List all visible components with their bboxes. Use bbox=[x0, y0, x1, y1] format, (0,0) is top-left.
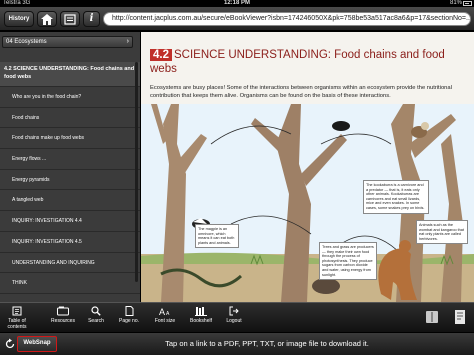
table-of-contents-button[interactable]: Table of contents bbox=[0, 306, 34, 330]
toc-item[interactable]: A tangled web bbox=[0, 190, 140, 212]
toc-item[interactable]: Energy flows ... bbox=[0, 149, 140, 170]
bookmark-button[interactable] bbox=[60, 11, 80, 27]
magpie-infobox: The magpie is an omnivore, which means i… bbox=[195, 224, 239, 249]
toc-item[interactable]: THINK bbox=[0, 273, 140, 294]
toc-item[interactable]: Food chains bbox=[0, 108, 140, 129]
bookshelf-icon bbox=[195, 307, 207, 316]
info-icon: i bbox=[89, 13, 94, 24]
font-size-button[interactable]: AA Font size bbox=[148, 306, 182, 324]
toc-item[interactable]: Who are you in the food chain? bbox=[0, 87, 140, 108]
chevron-right-icon: › bbox=[126, 38, 129, 45]
bookmark-icon bbox=[64, 14, 76, 25]
font-size-icon: AA bbox=[159, 307, 170, 316]
toc-item[interactable]: UNDERSTANDING AND INQUIRING bbox=[0, 253, 140, 274]
resources-button[interactable]: Resources bbox=[46, 306, 80, 324]
herbivores-infobox: Animals such as the wombat and kangaroo … bbox=[416, 220, 468, 245]
battery-icon bbox=[463, 1, 472, 6]
svg-text:A: A bbox=[166, 311, 170, 316]
svg-text:A: A bbox=[159, 307, 165, 316]
top-toolbar: History i http://content.jacplus.com.au/… bbox=[0, 7, 474, 31]
book-icon[interactable] bbox=[424, 309, 440, 325]
reload-icon[interactable] bbox=[4, 338, 16, 350]
intro-paragraph: Ecosystems are busy places! Some of the … bbox=[150, 85, 452, 99]
resources-icon bbox=[57, 306, 69, 316]
home-icon bbox=[41, 14, 53, 25]
websnap-button[interactable]: WebSnap bbox=[17, 336, 57, 352]
home-button[interactable] bbox=[37, 11, 57, 27]
section-number: 4.2 bbox=[150, 49, 172, 61]
page-number-icon bbox=[125, 306, 134, 316]
logout-button[interactable]: Logout bbox=[217, 306, 251, 324]
toc-item[interactable]: Food chains make up food webs bbox=[0, 128, 140, 150]
history-button[interactable]: History bbox=[4, 11, 34, 27]
toc-item[interactable]: 4.2 SCIENCE UNDERSTANDING: Food chains a… bbox=[0, 62, 140, 87]
bookshelf-button[interactable]: Bookshelf bbox=[184, 306, 218, 324]
chapter-title: 04 Ecosystems bbox=[6, 39, 47, 45]
toc-item[interactable]: INQUIRY: INVESTIGATION 4.4 bbox=[0, 211, 140, 232]
download-hint: Tap on a link to a PDF, PPT, TXT, or ima… bbox=[165, 339, 369, 348]
kookaburra-infobox: The kookaburra is a carnivore and a pred… bbox=[363, 180, 429, 214]
info-button[interactable]: i bbox=[83, 11, 100, 27]
search-button[interactable]: Search bbox=[79, 306, 113, 324]
section-title: SCIENCE UNDERSTANDING: Food chains and f… bbox=[150, 49, 445, 75]
ebook-page: 4.2 SCIENCE UNDERSTANDING: Food chains an… bbox=[141, 32, 474, 302]
address-bar[interactable]: http://content.jacplus.com.au/secure/eBo… bbox=[103, 12, 471, 26]
table-of-contents-icon bbox=[12, 306, 22, 316]
status-bar: Telstra 3G 12:18 PM 81% bbox=[0, 0, 474, 7]
table-of-contents-panel: 04 Ecosystems › 4.2 SCIENCE UNDERSTANDIN… bbox=[0, 32, 140, 302]
clock: 12:18 PM bbox=[223, 0, 250, 6]
toc-list: 4.2 SCIENCE UNDERSTANDING: Food chains a… bbox=[0, 62, 140, 294]
section-heading: 4.2 SCIENCE UNDERSTANDING: Food chains an… bbox=[150, 48, 465, 76]
page-number-button[interactable]: Page no. bbox=[112, 306, 146, 324]
battery-percent: 81% bbox=[449, 0, 462, 6]
chapter-selector[interactable]: 04 Ecosystems › bbox=[2, 36, 133, 48]
pages-icon[interactable] bbox=[452, 309, 468, 325]
search-icon bbox=[91, 306, 101, 316]
bottom-toolbar: Table of contents Resources Search Page … bbox=[0, 302, 474, 332]
websnap-footer: WebSnap Tap on a link to a PDF, PPT, TXT… bbox=[0, 332, 474, 355]
toc-item[interactable]: INQUIRY: INVESTIGATION 4.5 bbox=[0, 232, 140, 253]
toc-item[interactable]: Energy pyramids bbox=[0, 170, 140, 191]
producers-infobox: Trees and grass are producers — they mak… bbox=[319, 242, 377, 281]
logout-icon bbox=[229, 306, 239, 316]
toc-scrollbar[interactable] bbox=[135, 62, 138, 282]
